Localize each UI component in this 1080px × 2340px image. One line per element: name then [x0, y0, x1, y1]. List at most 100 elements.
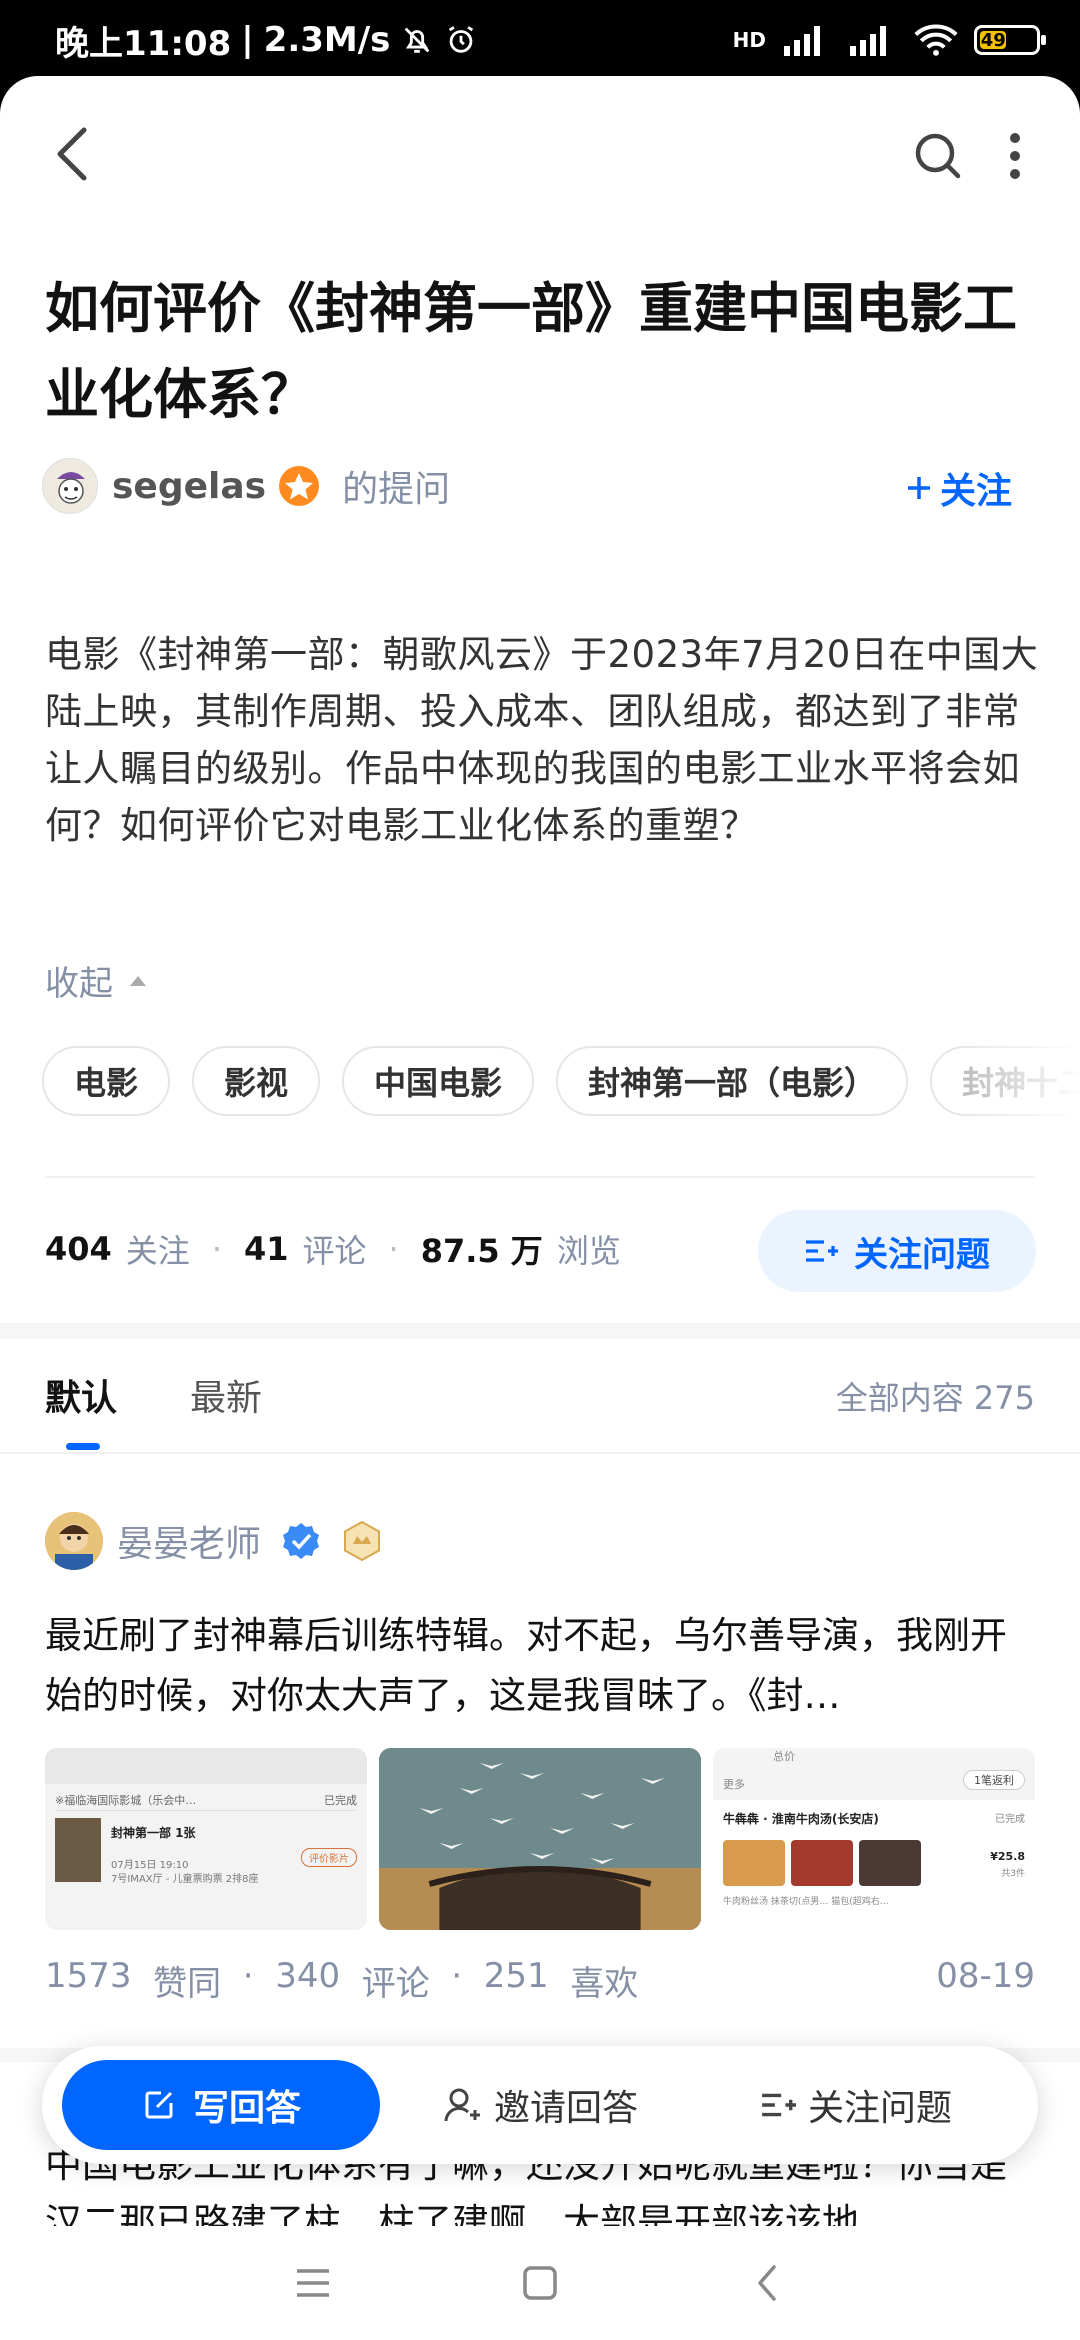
alarm-icon — [449, 26, 474, 53]
answer-comments-label: 评论 — [361, 1964, 430, 2004]
tag-chip[interactable]: 封神第一部（电影） — [556, 1046, 909, 1116]
ticket-cinema: ※福临海国际影城（乐会中… — [55, 1794, 197, 1807]
answer-author-name[interactable]: 晏晏老师 — [117, 1515, 261, 1567]
collapse-label: 收起 — [45, 964, 113, 1004]
tab-latest[interactable]: 最新 — [190, 1369, 262, 1421]
favs-count: 251 — [483, 1956, 549, 1996]
invite-answer-button[interactable]: 邀请回答 — [442, 2046, 638, 2164]
answer-tabs: 默认 最新 全部内容 275 — [0, 1339, 1080, 1454]
back-arrow-icon — [57, 127, 87, 181]
movie-poster-image — [55, 1818, 101, 1882]
status-bar: 晚上11:08 | 2.3M/s HD 49 — [0, 0, 1080, 80]
order-count: 共3件 — [1001, 1869, 1025, 1879]
follow-count: 404 — [45, 1230, 112, 1268]
back-triangle-icon — [757, 2265, 776, 2301]
more-vertical-icon — [1010, 133, 1020, 179]
ticket-header-bar — [45, 1748, 367, 1784]
dot-separator: · — [211, 1230, 222, 1268]
food-photo-1 — [723, 1840, 785, 1886]
home-nav-button[interactable] — [510, 2253, 570, 2313]
verified-badge-icon — [283, 1523, 320, 1559]
search-button[interactable] — [910, 126, 966, 186]
write-answer-button[interactable]: 写回答 — [62, 2060, 380, 2150]
order-items: 牛肉粉丝汤 抹茶切(点男… 猫包(超鸡右… — [723, 1897, 889, 1907]
status-right: HD 49 — [732, 23, 1046, 57]
asker-name[interactable]: segelas — [112, 466, 266, 507]
tab-default[interactable]: 默认 — [45, 1369, 117, 1421]
asker-row[interactable]: segelas 的提问 关注 — [42, 456, 1042, 516]
question-page: 如何评价《封神第一部》重建中国电影工业化体系？ segelas 的提问 关注 电… — [0, 76, 1080, 2226]
question-title: 如何评价《封神第一部》重建中国电影工业化体系？ — [45, 277, 1017, 426]
ticket-time: 07月15日 19:10 — [111, 1860, 189, 1871]
answer-meta: 1573 赞同 · 340 评论 · 251 喜欢 08-19 — [45, 1956, 1035, 2004]
answer-image-painting[interactable] — [379, 1748, 701, 1930]
edit-icon — [145, 2091, 173, 2119]
answer-image-order[interactable]: 总价 更多 1笔返利 牛犇犇 · 淮南牛肉汤(长安店) 已完成 ¥25.8 共3… — [713, 1748, 1035, 1930]
plus-icon — [907, 477, 930, 499]
tag-chip[interactable]: 电影 — [42, 1046, 171, 1116]
food-photo-2 — [791, 1840, 853, 1886]
answer-avatar-image — [45, 1512, 103, 1570]
battery-icon: 49 — [974, 25, 1046, 55]
more-button[interactable] — [995, 126, 1035, 186]
answer-image-ticket[interactable]: ※福临海国际影城（乐会中… 已完成 封神第一部 1张 07月15日 19:10 … — [45, 1748, 367, 1930]
star-badge-icon — [279, 466, 320, 506]
status-time: 晚上11:08 — [55, 23, 232, 64]
order-price: ¥25.8 — [990, 1850, 1025, 1863]
comment-count-label[interactable]: 评论 — [303, 1226, 367, 1272]
invite-user-icon — [444, 2088, 480, 2122]
topic-tags: 电影 影视 中国电影 封神第一部（电影） 封神十二 — [42, 1046, 1080, 1116]
answer-author-row[interactable]: 晏晏老师 — [45, 1511, 383, 1571]
asker-avatar-image — [43, 459, 97, 513]
signal-icon — [784, 26, 820, 56]
back-nav-button[interactable] — [737, 2253, 797, 2313]
signal-icon-2 — [850, 26, 886, 56]
wifi-icon — [914, 24, 958, 56]
asker-avatar[interactable] — [42, 458, 98, 514]
answer-date: 08-19 — [936, 1956, 1035, 1996]
network-label: HD — [732, 28, 766, 52]
answer-thumbnails: ※福临海国际影城（乐会中… 已完成 封神第一部 1张 07月15日 19:10 … — [45, 1748, 1035, 1930]
tag-chip[interactable]: 影视 — [192, 1046, 321, 1116]
answer-author-avatar[interactable] — [45, 1512, 103, 1570]
favs-label: 喜欢 — [570, 1964, 639, 2004]
status-left: 晚上11:08 | 2.3M/s — [55, 16, 478, 65]
order-more-label: 更多 — [723, 1778, 745, 1791]
battery-fill: 49 — [980, 29, 1007, 51]
top-nav — [0, 116, 1080, 196]
menu-icon — [297, 2269, 330, 2297]
battery-percent: 49 — [980, 29, 1006, 51]
tag-chip[interactable]: 中国电影 — [342, 1046, 535, 1116]
order-top-label: 总价 — [773, 1750, 795, 1763]
status-separator: | — [241, 20, 254, 60]
search-icon — [915, 133, 961, 179]
bottom-action-bar: 写回答 邀请回答 关注问题 — [42, 2046, 1038, 2164]
all-content-label: 全部内容 — [835, 1379, 964, 1417]
collapse-toggle[interactable]: 收起 — [45, 956, 149, 1005]
order-coupon-pill: 1笔返利 — [963, 1770, 1025, 1790]
all-content-number: 275 — [973, 1379, 1035, 1417]
system-nav-bar — [0, 2226, 1080, 2340]
bottom-follow-question-label: 关注问题 — [808, 2088, 953, 2129]
tags-fade-overlay — [960, 1036, 1080, 1126]
ticket-divider — [55, 1810, 355, 1811]
write-answer-label: 写回答 — [192, 2088, 301, 2129]
bottom-follow-question-button[interactable]: 关注问题 — [760, 2046, 952, 2164]
menu-nav-button[interactable] — [283, 2253, 343, 2313]
ticket-rate-button: 评价影片 — [301, 1848, 357, 1867]
back-button[interactable] — [50, 122, 110, 192]
status-speed: 2.3M/s — [263, 20, 391, 60]
section-gap — [0, 1323, 1080, 1339]
asker-suffix: 的提问 — [342, 469, 451, 510]
follow-question-button[interactable]: 关注问题 — [758, 1210, 1036, 1292]
comment-count: 41 — [243, 1230, 289, 1268]
all-content-count[interactable]: 全部内容 275 — [836, 1373, 1035, 1419]
ticket-hall: 7号IMAX厅 - 儿童票购票 2排8座 — [111, 1874, 259, 1885]
answer-excerpt[interactable]: 最近刷了封神幕后训练特辑。对不起，乌尔善导演，我刚开始的时候，对你太大声了，这是… — [45, 1606, 1035, 1726]
home-square-icon — [523, 2266, 557, 2300]
follow-user-button[interactable]: 关注 — [904, 462, 1012, 514]
divider — [45, 1176, 1035, 1178]
likes-label: 赞同 — [153, 1964, 222, 2004]
follow-question-label: 关注问题 — [854, 1234, 990, 1275]
view-count-label: 浏览 — [556, 1232, 621, 1270]
